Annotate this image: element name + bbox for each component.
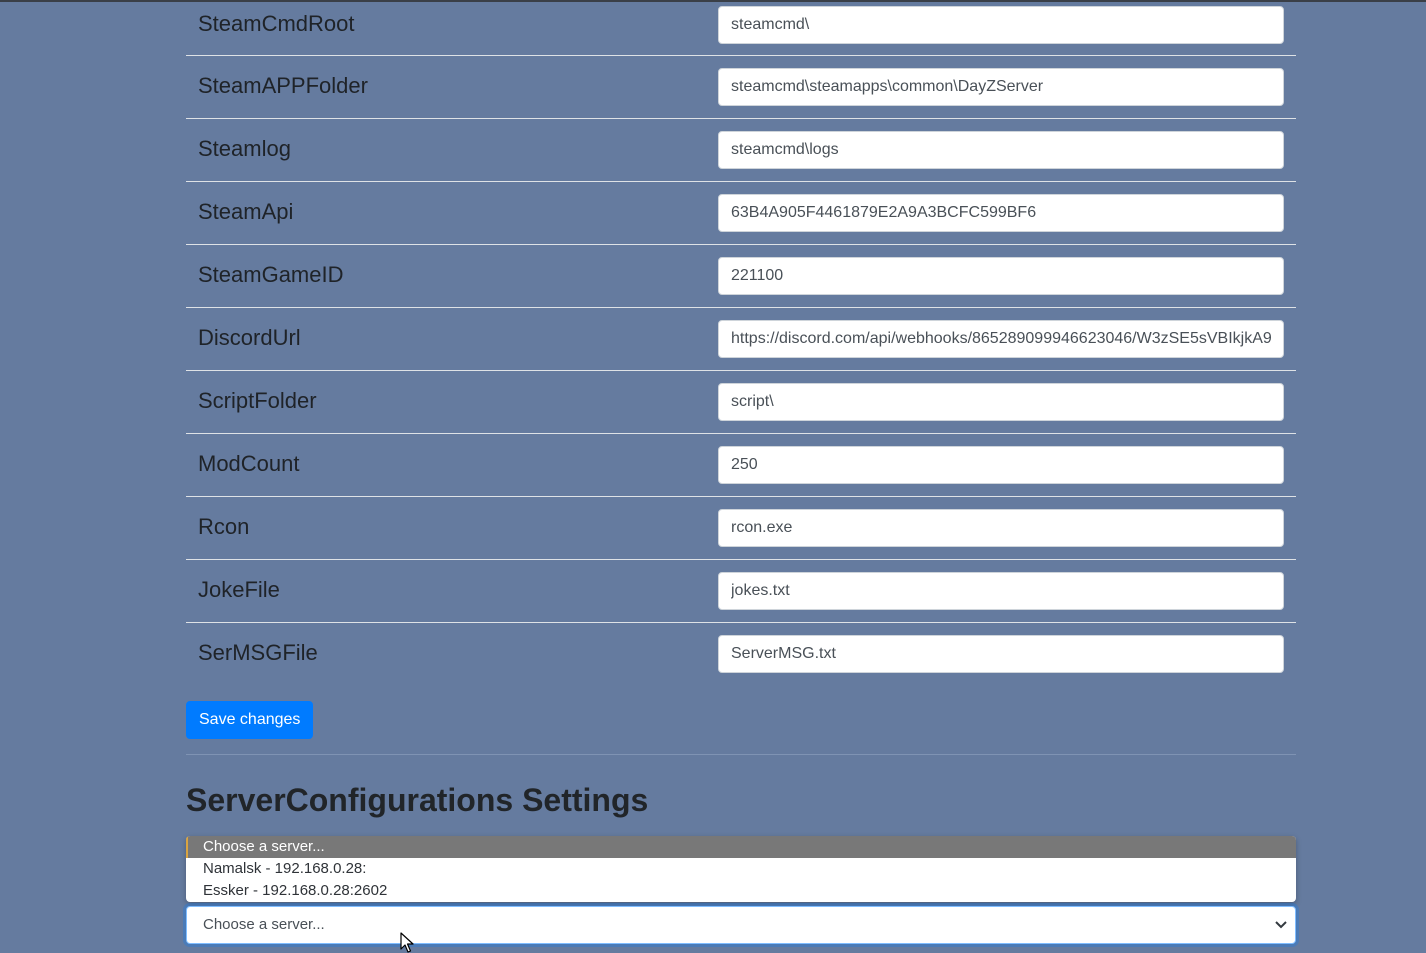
settings-row-steamlog: Steamlog [186, 119, 1296, 182]
setting-label: Steamlog [198, 136, 291, 161]
server-option-essker[interactable]: Essker - 192.168.0.28:2602 [186, 880, 1296, 902]
sermsgfile-input[interactable] [718, 635, 1284, 673]
steamlog-input[interactable] [718, 131, 1284, 169]
settings-row-steamgameid: SteamGameID [186, 245, 1296, 308]
server-option-placeholder[interactable]: Choose a server... [186, 836, 1296, 858]
section-divider [186, 754, 1296, 755]
setting-label: DiscordUrl [198, 325, 301, 350]
modcount-input[interactable] [718, 446, 1284, 484]
setting-label: SerMSGFile [198, 640, 318, 665]
settings-row-jokefile: JokeFile [186, 560, 1296, 623]
settings-row-steamapi: SteamApi [186, 182, 1296, 245]
setting-label: JokeFile [198, 577, 280, 602]
chevron-down-icon [1275, 921, 1287, 929]
setting-label: Rcon [198, 514, 250, 539]
steamapi-input[interactable] [718, 194, 1284, 232]
settings-row-modcount: ModCount [186, 434, 1296, 497]
setting-label: SteamGameID [198, 262, 344, 287]
setting-label: ScriptFolder [198, 388, 317, 413]
discordurl-input[interactable] [718, 320, 1284, 358]
setting-label: SteamCmdRoot [198, 11, 355, 36]
jokefile-input[interactable] [718, 572, 1284, 610]
server-option-namalsk[interactable]: Namalsk - 192.168.0.28: [186, 858, 1296, 880]
server-dropdown-list: Choose a server... Namalsk - 192.168.0.2… [186, 836, 1296, 902]
settings-row-steamappfolder: SteamAPPFolder [186, 56, 1296, 119]
settings-row-steamcmdroot: SteamCmdRoot [186, 0, 1296, 56]
setting-label: ModCount [198, 451, 300, 476]
save-changes-button[interactable]: Save changes [186, 701, 314, 739]
settings-row-discordurl: DiscordUrl [186, 308, 1296, 371]
steamcmdroot-input[interactable] [718, 6, 1284, 44]
settings-row-rcon: Rcon [186, 497, 1296, 560]
server-select-value: Choose a server... [203, 916, 325, 933]
setting-label: SteamAPPFolder [198, 73, 368, 98]
settings-row-sermsgfile: SerMSGFile [186, 623, 1296, 686]
server-select[interactable]: Choose a server... [186, 906, 1296, 944]
steamappfolder-input[interactable] [718, 68, 1284, 106]
section-title: ServerConfigurations Settings [186, 782, 649, 818]
settings-row-scriptfolder: ScriptFolder [186, 371, 1296, 434]
rcon-input[interactable] [718, 509, 1284, 547]
scriptfolder-input[interactable] [718, 383, 1284, 421]
settings-table: SteamCmdRoot SteamAPPFolder Steamlog Ste… [186, 0, 1296, 686]
steamgameid-input[interactable] [718, 257, 1284, 295]
setting-label: SteamApi [198, 199, 294, 224]
mouse-cursor-icon [400, 932, 414, 953]
